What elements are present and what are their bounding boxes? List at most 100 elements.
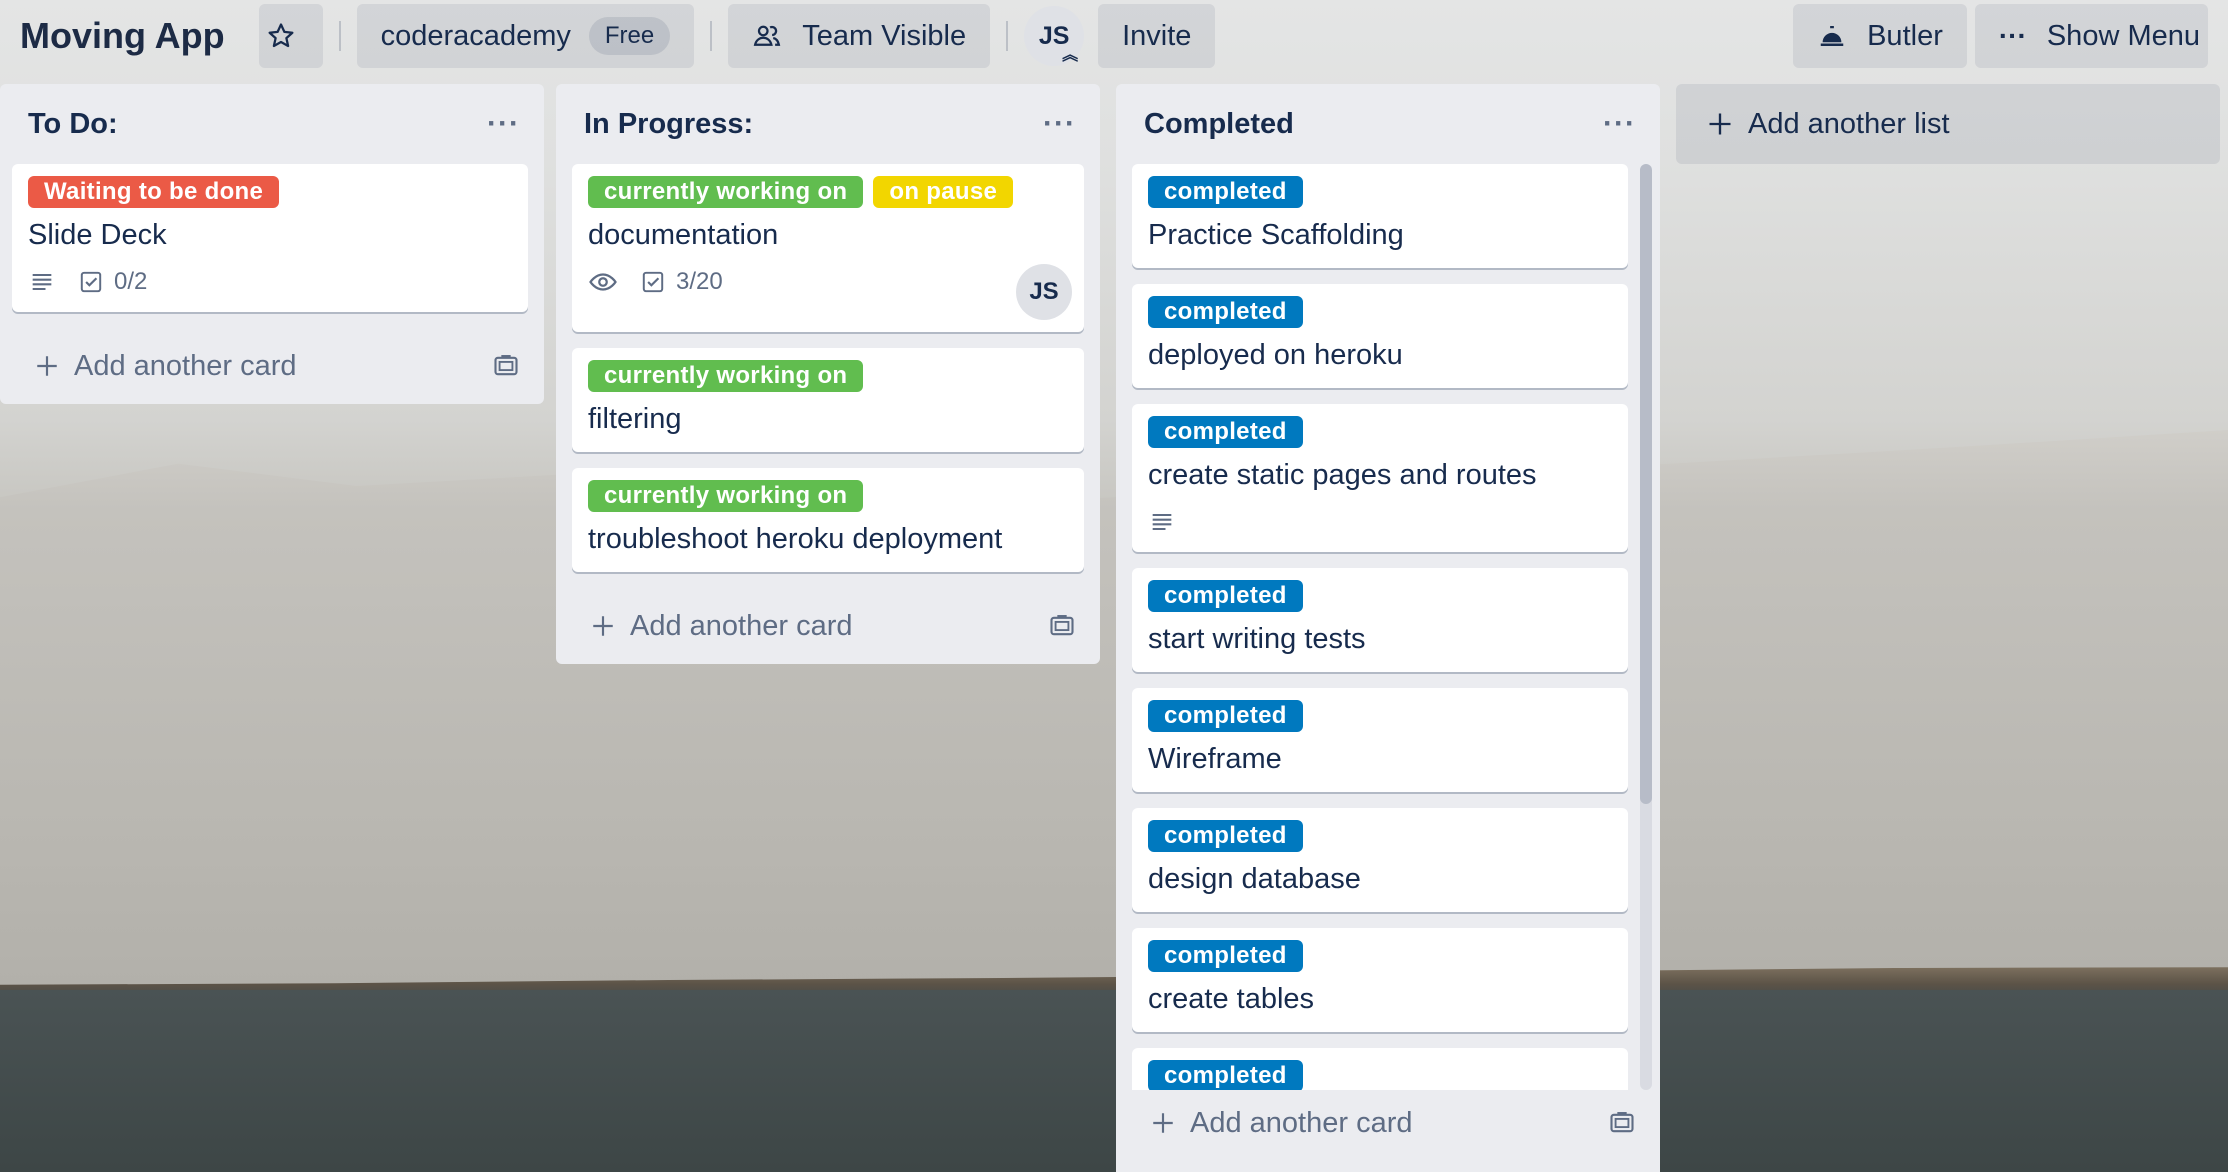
- star-button[interactable]: [258, 4, 323, 68]
- list-menu-icon[interactable]: ···: [487, 107, 520, 141]
- add-card-button[interactable]: Add another card: [1116, 1090, 1660, 1156]
- card-label[interactable]: completed: [1148, 1060, 1303, 1090]
- template-icon[interactable]: [492, 352, 520, 380]
- card-labels: completed: [1148, 580, 1612, 612]
- add-list-label: Add another list: [1748, 107, 1950, 140]
- card-label[interactable]: completed: [1148, 820, 1303, 852]
- card-label[interactable]: currently working on: [588, 176, 864, 208]
- card-labels: completed: [1148, 1060, 1612, 1090]
- card[interactable]: completed create tables: [1132, 928, 1628, 1032]
- add-card-label: Add another card: [630, 609, 853, 642]
- visibility-button[interactable]: Team Visible: [728, 4, 991, 68]
- description-badge: [28, 268, 56, 296]
- card-labels: completed: [1148, 820, 1612, 852]
- template-icon[interactable]: [1608, 1109, 1636, 1137]
- card-title: filtering: [588, 403, 682, 435]
- add-card-label: Add another card: [1190, 1106, 1413, 1139]
- card-label[interactable]: currently working on: [588, 360, 864, 392]
- template-icon[interactable]: [1048, 612, 1076, 640]
- invite-button[interactable]: Invite: [1098, 4, 1216, 68]
- list-header: To Do: ···: [0, 84, 544, 164]
- butler-button[interactable]: Butler: [1793, 4, 1967, 68]
- card-labels: currently working on: [588, 480, 1068, 512]
- card-label[interactable]: completed: [1148, 580, 1303, 612]
- card[interactable]: completed Practice Scaffolding: [1132, 164, 1628, 268]
- card-member-avatar[interactable]: JS: [1016, 264, 1072, 320]
- board-header: Moving App coderacademy Free Team Visibl…: [0, 0, 2228, 72]
- card-label[interactable]: Waiting to be done: [28, 176, 280, 208]
- visibility-label: Team Visible: [802, 19, 967, 52]
- card[interactable]: currently working on troubleshoot heroku…: [572, 468, 1084, 572]
- card[interactable]: currently working on filtering: [572, 348, 1084, 452]
- checklist-icon: [80, 271, 102, 293]
- list-scrollbar-thumb[interactable]: [1640, 164, 1652, 804]
- card[interactable]: currently working on on pause documentat…: [572, 164, 1084, 332]
- card-labels: Waiting to be done: [28, 176, 512, 208]
- card-list: completed Practice Scaffolding completed…: [1116, 164, 1660, 1090]
- butler-label: Butler: [1867, 19, 1943, 52]
- card-title: start writing tests: [1148, 623, 1366, 655]
- show-menu-button[interactable]: ··· Show Menu: [1974, 4, 2208, 68]
- list-title[interactable]: Completed: [1144, 108, 1294, 141]
- add-list-button[interactable]: Add another list: [1676, 84, 2220, 164]
- card-badges: [1148, 506, 1612, 538]
- card-title: Practice Scaffolding: [1148, 219, 1404, 251]
- eye-icon: [589, 273, 617, 291]
- card[interactable]: completed deployed on heroku: [1132, 284, 1628, 388]
- list-title[interactable]: To Do:: [28, 108, 118, 141]
- butler-bell-icon: [1820, 26, 1844, 46]
- background-dune: [0, 430, 2228, 990]
- card-label[interactable]: completed: [1148, 940, 1303, 972]
- list-menu-icon[interactable]: ···: [1043, 107, 1076, 141]
- card-label[interactable]: currently working on: [588, 480, 864, 512]
- header-divider: [338, 21, 341, 51]
- checklist-icon: [642, 271, 664, 293]
- description-badge: [1148, 508, 1176, 536]
- card[interactable]: completed design database: [1132, 808, 1628, 912]
- add-card-button[interactable]: Add another card: [556, 588, 1100, 664]
- card-label[interactable]: completed: [1148, 700, 1303, 732]
- list-header: Completed ···: [1116, 84, 1660, 164]
- card-label[interactable]: completed: [1148, 416, 1303, 448]
- card-label[interactable]: on pause: [873, 176, 1014, 208]
- star-icon: [268, 23, 294, 48]
- header-divider: [1006, 21, 1009, 51]
- description-icon: [1152, 513, 1172, 531]
- workspace-button[interactable]: coderacademy Free: [356, 4, 695, 68]
- checklist-count: 3/20: [676, 268, 723, 295]
- board-title[interactable]: Moving App: [20, 15, 225, 57]
- plus-icon: [1153, 1113, 1173, 1133]
- list-scrollbar[interactable]: [1640, 164, 1652, 1090]
- card[interactable]: completed Wireframe: [1132, 688, 1628, 792]
- plus-icon: [593, 616, 613, 636]
- card-labels: completed: [1148, 416, 1612, 448]
- list-title[interactable]: In Progress:: [584, 108, 753, 141]
- more-icon: ···: [1998, 20, 2027, 51]
- member-avatar[interactable]: JS ︽: [1024, 6, 1085, 66]
- card-label[interactable]: completed: [1148, 176, 1303, 208]
- card-title: design database: [1148, 863, 1361, 895]
- card-title: deployed on heroku: [1148, 339, 1403, 371]
- card-list: currently working on on pause documentat…: [556, 164, 1100, 572]
- card[interactable]: completed: [1132, 1048, 1628, 1090]
- list-menu-icon[interactable]: ···: [1603, 107, 1636, 141]
- admin-chevron-icon: ︽: [1062, 47, 1079, 64]
- card[interactable]: completed create static pages and routes: [1132, 404, 1628, 552]
- checklist-badge: 0/2: [78, 268, 147, 296]
- add-card-label: Add another card: [74, 349, 297, 382]
- list-todo: To Do: ··· Waiting to be done Slide Deck…: [0, 84, 544, 404]
- list-completed: Completed ··· completed Practice Scaffol…: [1116, 84, 1660, 1172]
- card-labels: completed: [1148, 940, 1612, 972]
- list-header: In Progress: ···: [556, 84, 1100, 164]
- card-title: create tables: [1148, 983, 1315, 1015]
- checklist-badge: 3/20: [640, 268, 723, 296]
- card-labels: completed: [1148, 176, 1612, 208]
- card[interactable]: Waiting to be done Slide Deck 0/2: [12, 164, 528, 312]
- add-card-button[interactable]: Add another card: [0, 328, 544, 404]
- card[interactable]: completed start writing tests: [1132, 568, 1628, 672]
- card-labels: currently working on on pause: [588, 176, 1068, 208]
- card-label[interactable]: completed: [1148, 296, 1303, 328]
- card-labels: currently working on: [588, 360, 1068, 392]
- show-menu-label: Show Menu: [2046, 19, 2200, 52]
- card-badges: 0/2: [28, 266, 512, 298]
